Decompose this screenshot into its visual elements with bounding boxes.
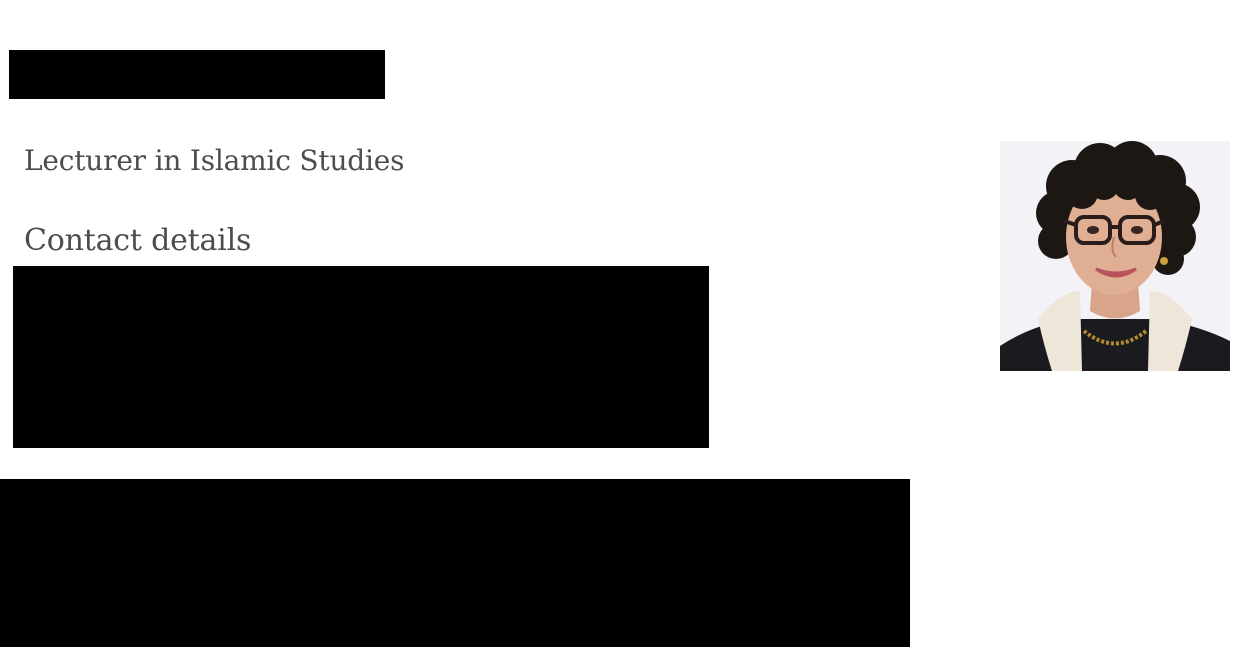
- job-title: Lecturer in Islamic Studies: [24, 144, 405, 177]
- contact-details-heading: Contact details: [24, 223, 252, 258]
- profile-photo: [1000, 141, 1230, 371]
- redacted-name-block: [9, 50, 385, 99]
- person-portrait-icon: [1000, 141, 1230, 371]
- redacted-bio-block: [0, 479, 910, 647]
- redacted-contact-block: [13, 266, 709, 448]
